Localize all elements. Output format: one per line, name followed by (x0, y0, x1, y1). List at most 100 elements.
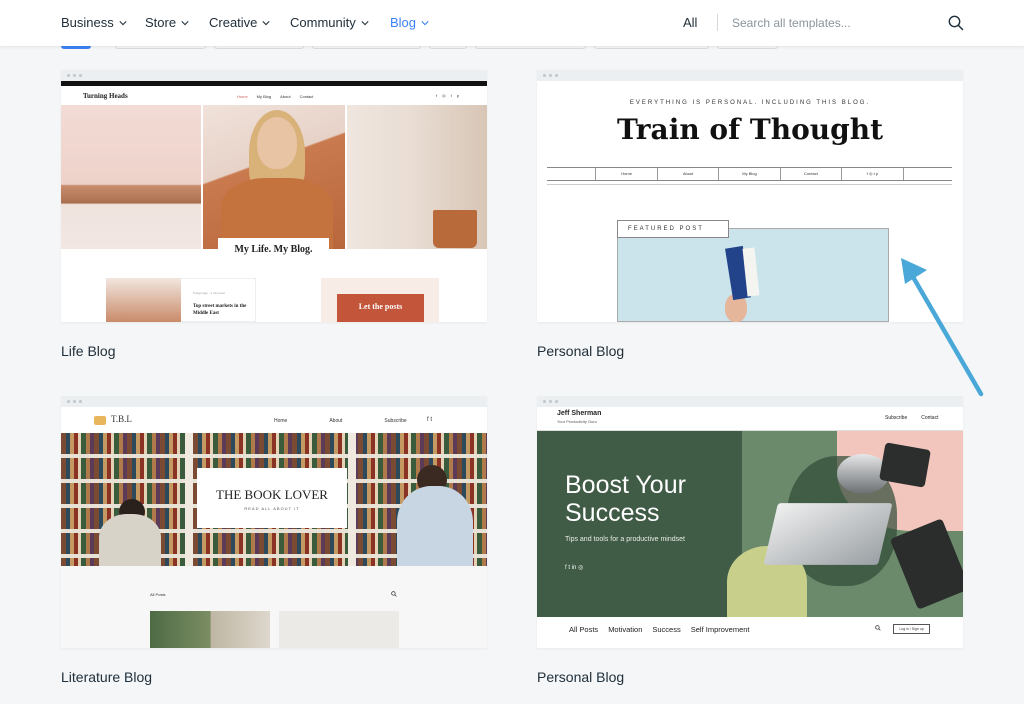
template-card[interactable]: EVERYTHING IS PERSONAL. INCLUDING THIS B… (537, 70, 963, 359)
preview-menu-item: Contact (921, 415, 939, 421)
preview-hero-title: Boost Your Success (565, 471, 686, 527)
preview-category-item: Motivation (608, 625, 643, 634)
preview-tagline: EVERYTHING IS PERSONAL. INCLUDING THIS B… (629, 100, 871, 106)
nav-category-store[interactable]: Store (145, 15, 189, 30)
template-title[interactable]: Literature Blog (61, 669, 487, 685)
preview-menu-item: About (329, 418, 343, 424)
twitter-icon: t (450, 93, 452, 98)
preview-menu-item: About (280, 94, 291, 99)
preview-hero-subtitle: READ ALL ABOUT IT (244, 506, 300, 511)
chevron-down-icon (119, 20, 127, 25)
nav-divider (717, 14, 718, 31)
preview-category-list: All Posts Motivation Success Self Improv… (569, 625, 750, 634)
instagram-icon: ◎ (442, 93, 446, 98)
preview-post-image (150, 611, 270, 648)
nav-category-label: Creative (209, 15, 258, 30)
browser-bar (537, 70, 963, 81)
preview-illustration-bag (879, 442, 931, 488)
template-card[interactable]: Jeff Sherman Your Productivity Guru Subs… (537, 396, 963, 685)
template-card[interactable]: T.B.L Home About Subscribe f t THE BOOK … (61, 396, 487, 685)
all-templates-link[interactable]: All (683, 15, 697, 30)
preview-menu-item: My Blog (719, 168, 781, 180)
template-card[interactable]: Turning Heads Home My Blog About Contact… (61, 70, 487, 359)
nav-category-label: Business (61, 15, 114, 30)
preview-portrait-face (257, 117, 297, 169)
preview-menu-item: Subscribe (885, 415, 908, 421)
preview-hero-title: THE BOOK LOVER (216, 487, 328, 502)
search-icon[interactable] (947, 14, 965, 32)
preview-menu: Home My Blog About Contact (237, 94, 313, 99)
preview-login-button: Log in / Sign up (893, 624, 930, 634)
preview-menu: Home About My Blog Contact f ◎ t p (547, 167, 952, 181)
template-preview[interactable]: Jeff Sherman Your Productivity Guru Subs… (537, 396, 963, 648)
browser-bar (61, 396, 487, 407)
nav-category-label: Store (145, 15, 177, 30)
preview-category-item: Self Improvement (690, 625, 750, 634)
pinterest-icon: p (456, 93, 459, 98)
chevron-down-icon (181, 20, 189, 25)
preview-image-desk (61, 105, 201, 249)
preview-author-subtitle: Your Productivity Guru (557, 419, 597, 424)
preview-hero-caption: My Life. My Blog. (218, 238, 329, 262)
preview-social-icons: f ◎ t p (842, 168, 904, 180)
preview-menu-item: Contact (781, 168, 843, 180)
nav-category-label: Blog (390, 15, 417, 30)
preview-menu-item: Subscribe (384, 418, 407, 424)
preview-site-name: Train of Thought (617, 113, 883, 146)
top-navigation: Business Store Creative Community Blog A… (0, 0, 1024, 46)
preview-posts-section (61, 566, 487, 648)
preview-shelf-pillar (185, 433, 193, 566)
chevron-down-icon (421, 20, 429, 25)
preview-hero-tagline: Tips and tools for a productive mindset (565, 536, 685, 543)
nav-category-business[interactable]: Business (61, 15, 127, 30)
browser-bar (537, 396, 963, 407)
search-input[interactable] (732, 10, 932, 36)
search-icon (875, 625, 881, 631)
search-icon (391, 591, 397, 597)
nav-category-community[interactable]: Community (290, 15, 369, 30)
preview-site-name: T.B.L (111, 414, 132, 424)
preview-menu: Subscribe Contact (885, 415, 938, 421)
preview-illustration-laptop (763, 503, 893, 565)
preview-menu-spacer (904, 168, 952, 180)
preview-menu-spacer (547, 168, 597, 180)
preview-menu-item: Home (237, 94, 248, 99)
template-preview[interactable]: T.B.L Home About Subscribe f t THE BOOK … (61, 396, 487, 648)
book-logo-icon (94, 416, 106, 425)
preview-divider (547, 184, 952, 185)
facebook-icon: f (436, 93, 438, 98)
preview-featured-label: FEATURED POST (617, 220, 729, 238)
preview-category-item: Success (652, 625, 681, 634)
preview-hero-box: THE BOOK LOVER READ ALL ABOUT IT (197, 468, 347, 528)
chevron-down-icon (262, 20, 271, 25)
preview-menu-item: Home (274, 418, 288, 424)
preview-post-meta: 5 days ago · 1 min read (193, 291, 225, 295)
preview-reader (397, 486, 473, 566)
preview-header-bar (61, 81, 487, 86)
preview-menu-item: My Blog (256, 94, 272, 99)
template-preview[interactable]: Turning Heads Home My Blog About Contact… (61, 70, 487, 322)
template-title[interactable]: Personal Blog (537, 669, 963, 685)
nav-category-blog[interactable]: Blog (390, 15, 429, 30)
nav-category-creative[interactable]: Creative (209, 15, 271, 30)
preview-social-icons: f t (427, 417, 433, 423)
template-preview[interactable]: EVERYTHING IS PERSONAL. INCLUDING THIS B… (537, 70, 963, 322)
preview-author-name: Jeff Sherman (557, 410, 602, 417)
nav-category-label: Community (290, 15, 356, 30)
template-title[interactable]: Life Blog (61, 343, 487, 359)
preview-menu-item: About (658, 168, 720, 180)
preview-social-icons: f t in ◎ (565, 565, 584, 571)
preview-menu-item: Home (596, 168, 658, 180)
browser-bar (61, 70, 487, 81)
preview-social-icons: f ◎ t p (436, 93, 459, 98)
preview-category-item: All Posts (569, 625, 599, 634)
chevron-down-icon (361, 20, 369, 25)
preview-site-name: Turning Heads (83, 92, 128, 100)
preview-shelf-pillar (348, 433, 356, 566)
template-title[interactable]: Personal Blog (537, 343, 963, 359)
preview-menu-item: Contact (299, 94, 314, 99)
preview-cta-button: Let the posts (337, 294, 424, 322)
preview-section-label: All Posts (150, 592, 166, 597)
preview-post-title: Top street markets in the Middle East (193, 304, 247, 316)
preview-menu: Home About Subscribe (274, 418, 407, 424)
